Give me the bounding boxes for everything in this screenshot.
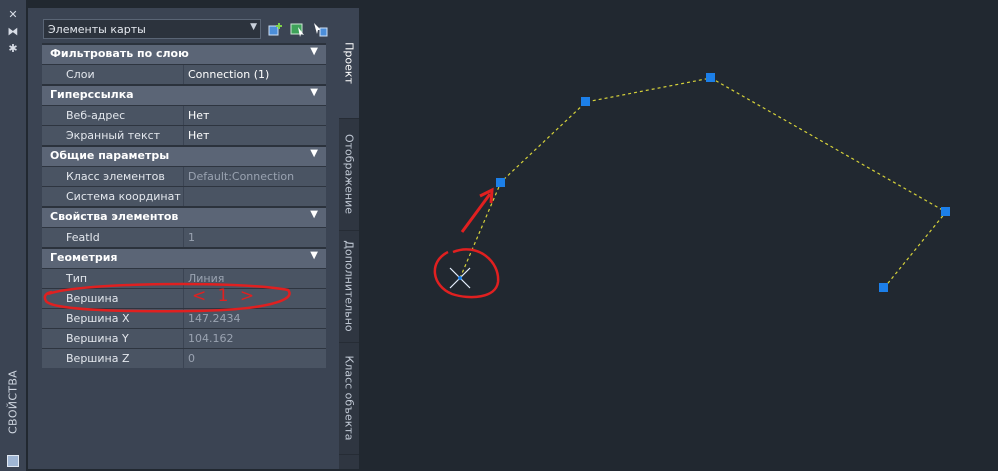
property-label: Слои	[66, 68, 95, 81]
tab-project[interactable]: Проект	[339, 8, 359, 119]
chevron-down-icon[interactable]: ▼	[310, 46, 318, 57]
select-objects-icon[interactable]	[290, 21, 306, 37]
property-value[interactable]: Нет	[188, 129, 209, 142]
vertex-grip[interactable]	[706, 73, 715, 82]
category-geometry[interactable]: Геометрия ▼	[42, 247, 326, 268]
property-label: FeatId	[66, 231, 100, 244]
selection-dropdown[interactable]: Элементы карты ▼	[43, 19, 261, 39]
toggle-pickadd-icon[interactable]	[312, 21, 328, 37]
tab-label: Проект	[342, 42, 356, 84]
property-value: 0	[188, 352, 195, 365]
current-vertex-marker-icon	[449, 267, 471, 289]
vertex-grip[interactable]	[941, 207, 950, 216]
category-title: Свойства элементов	[50, 210, 179, 223]
selection-dropdown-value: Элементы карты	[48, 23, 146, 36]
auto-hide-icon[interactable]: ⧓	[6, 25, 20, 39]
property-value: Default:Connection	[188, 170, 295, 183]
tab-label: Дополнительно	[342, 240, 356, 332]
chevron-down-icon[interactable]: ▼	[310, 209, 318, 220]
gear-icon[interactable]: ✱	[6, 42, 20, 56]
tab-display[interactable]: Отображение	[339, 118, 359, 231]
tab-object-class[interactable]: Класс объекта	[339, 342, 359, 455]
property-label: Система координат	[66, 190, 181, 203]
chevron-down-icon: ▼	[250, 22, 257, 32]
vertex-grip[interactable]	[879, 283, 888, 292]
category-title: Фильтровать по слою	[50, 47, 189, 60]
property-label: Веб-адрес	[66, 109, 126, 122]
palette-title: СВОЙСТВА	[3, 357, 23, 447]
save-icon[interactable]	[7, 455, 19, 467]
close-icon[interactable]: ✕	[6, 8, 20, 22]
property-label: Вершина Y	[66, 332, 129, 345]
property-label: Вершина Z	[66, 352, 130, 365]
vertex-grip[interactable]	[496, 178, 505, 187]
category-filter-by-layer[interactable]: Фильтровать по слою ▼	[42, 43, 326, 64]
annotation-arrow	[460, 193, 492, 233]
property-row-featid: FeatId 1	[42, 227, 326, 247]
property-label: Экранный текст	[66, 129, 161, 142]
property-row-layers[interactable]: Слои Connection (1)	[42, 64, 326, 84]
chevron-down-icon[interactable]: ▼	[310, 250, 318, 261]
property-value[interactable]: Connection (1)	[188, 68, 269, 81]
category-title: Геометрия	[50, 251, 118, 264]
category-title: Общие параметры	[50, 149, 170, 162]
property-value: 104.162	[188, 332, 234, 345]
tab-additional[interactable]: Дополнительно	[339, 230, 359, 343]
polyline-connection[interactable]	[459, 77, 947, 289]
quick-select-icon[interactable]	[268, 21, 284, 37]
property-label: Класс элементов	[66, 170, 165, 183]
property-row-feature-class: Класс элементов Default:Connection	[42, 166, 326, 186]
property-row-screen-text[interactable]: Экранный текст Нет	[42, 125, 326, 145]
property-grid: Фильтровать по слою ▼ Слои Connection (1…	[42, 43, 326, 368]
property-row-web-address[interactable]: Веб-адрес Нет	[42, 105, 326, 125]
tab-label: Класс объекта	[342, 355, 356, 441]
drawing-canvas[interactable]	[359, 0, 998, 471]
property-row-vertex-z: Вершина Z 0	[42, 348, 326, 368]
category-hyperlink[interactable]: Гиперссылка ▼	[42, 84, 326, 105]
chevron-down-icon[interactable]: ▼	[310, 87, 318, 98]
annotation-ellipse	[43, 282, 291, 313]
category-feature-properties[interactable]: Свойства элементов ▼	[42, 206, 326, 227]
property-value: 1	[188, 231, 195, 244]
palette-side-strip: ✕ ⧓ ✱ СВОЙСТВА	[0, 0, 26, 471]
tab-label: Отображение	[342, 133, 356, 215]
properties-panel: Элементы карты ▼ Фильтровать по слою ▼ С…	[28, 8, 339, 469]
property-row-coordinate-system[interactable]: Система координат	[42, 186, 326, 206]
property-row-vertex-y: Вершина Y 104.162	[42, 328, 326, 348]
chevron-down-icon[interactable]: ▼	[310, 148, 318, 159]
category-general[interactable]: Общие параметры ▼	[42, 145, 326, 166]
vertex-grip[interactable]	[581, 97, 590, 106]
category-title: Гиперссылка	[50, 88, 134, 101]
property-value[interactable]: Нет	[188, 109, 209, 122]
palette-tabs: Проект Отображение Дополнительно Класс о…	[339, 8, 359, 469]
palette-title-text: СВОЙСТВА	[6, 370, 20, 434]
annotation-circle	[433, 248, 500, 299]
